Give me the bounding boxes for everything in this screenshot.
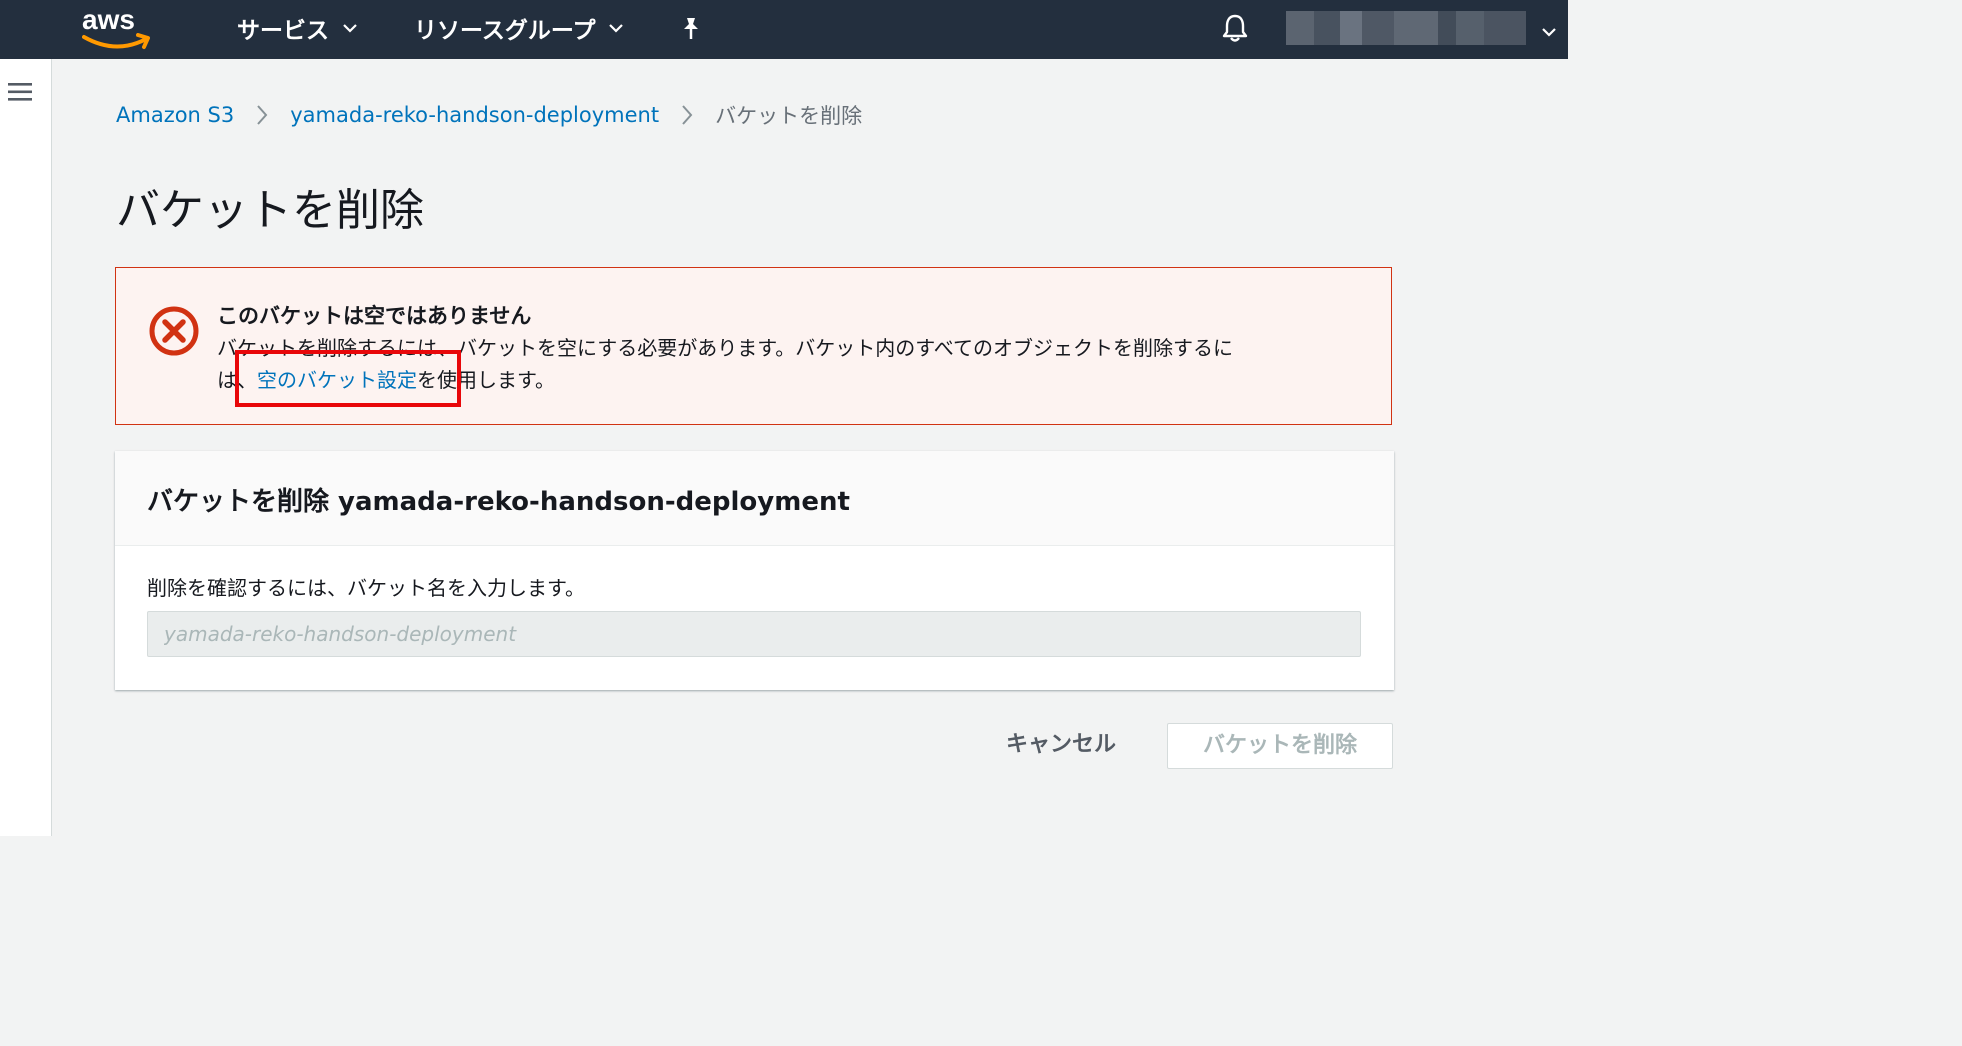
breadcrumb-current: バケットを削除 [715, 104, 863, 128]
chevron-right-icon [681, 104, 693, 126]
hamburger-menu-icon[interactable] [8, 82, 32, 106]
breadcrumb-bucket[interactable]: yamada-reko-handson-deployment [290, 103, 659, 127]
confirm-label: 削除を確認するには、バケット名を入力します。 [147, 576, 585, 600]
chevron-right-icon [256, 104, 268, 126]
notifications-bell-icon[interactable] [1221, 13, 1249, 47]
breadcrumb: Amazon S3 yamada-reko-handson-deployment… [116, 100, 862, 130]
chevron-down-icon [343, 23, 357, 33]
annotation-highlight-box [235, 350, 461, 407]
panel-title: バケットを削除 yamada-reko-handson-deployment [147, 487, 850, 517]
resource-groups-menu[interactable]: リソースグループ [414, 12, 624, 44]
delete-bucket-panel: バケットを削除 yamada-reko-handson-deployment 削… [115, 451, 1394, 690]
breadcrumb-amazon-s3[interactable]: Amazon S3 [116, 103, 234, 127]
panel-header: バケットを削除 yamada-reko-handson-deployment [115, 451, 1394, 546]
error-circle-x-icon [148, 305, 200, 361]
top-navigation-bar: aws サービス リソースグループ [0, 0, 1568, 59]
side-navigation-rail [0, 59, 52, 836]
aws-logo[interactable]: aws [82, 4, 152, 52]
aws-logo-text: aws [82, 4, 135, 35]
services-menu-label: サービス [237, 18, 329, 44]
bucket-name-confirm-input[interactable] [147, 611, 1361, 657]
chevron-down-icon[interactable] [1542, 22, 1556, 41]
page-title: バケットを削除 [116, 185, 424, 236]
services-menu[interactable]: サービス [237, 12, 357, 44]
chevron-down-icon [609, 23, 624, 33]
resource-groups-menu-label: リソースグループ [414, 18, 596, 44]
pin-icon[interactable] [679, 16, 703, 46]
alert-title: このバケットは空ではありません [217, 304, 532, 328]
cancel-button[interactable]: キャンセル [990, 722, 1132, 768]
account-menu[interactable] [1286, 11, 1526, 45]
aws-smile-icon [82, 33, 150, 49]
delete-bucket-button[interactable]: バケットを削除 [1167, 723, 1393, 769]
